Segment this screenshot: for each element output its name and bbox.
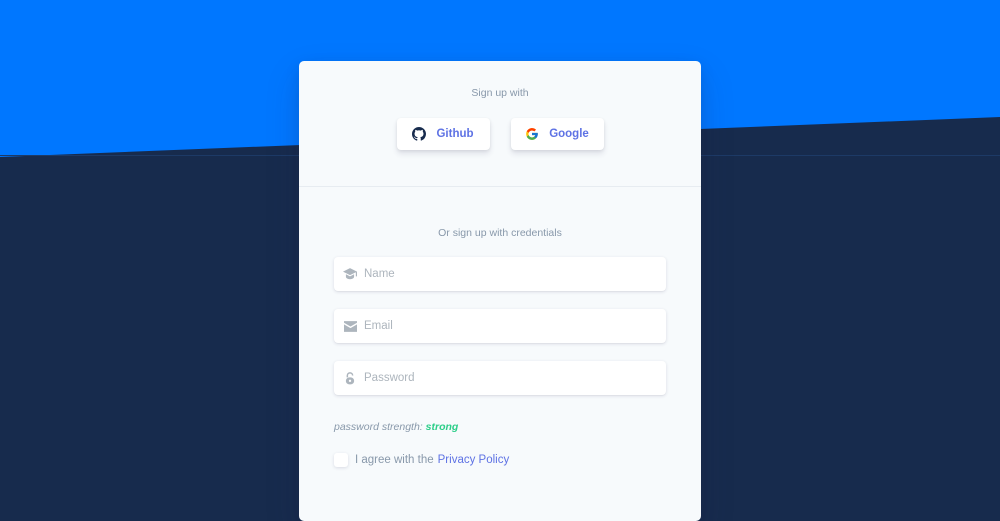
password-input[interactable] [364, 361, 666, 395]
card-header: Sign up with Github Google [299, 61, 701, 187]
google-button[interactable]: Google [510, 118, 604, 150]
lock-icon [334, 371, 364, 385]
email-field-group [334, 309, 666, 343]
social-buttons: Github Google [299, 118, 701, 150]
github-icon [412, 127, 427, 141]
google-icon [525, 127, 539, 141]
password-field-group [334, 361, 666, 395]
credentials-text: Or sign up with credentials [438, 227, 562, 239]
name-input[interactable] [364, 257, 666, 291]
card-body: Or sign up with credentials Name Email p… [299, 187, 701, 467]
agree-text: I agree with the [355, 454, 434, 466]
strength-label: password strength: [334, 421, 423, 433]
signup-with-text: Sign up with [471, 87, 529, 99]
privacy-agreement: I agree with the Privacy Policy [334, 453, 666, 467]
strength-value: strong [425, 421, 459, 433]
email-input[interactable] [364, 309, 666, 343]
privacy-checkbox[interactable] [334, 453, 348, 467]
privacy-policy-link[interactable]: Privacy Policy [438, 454, 510, 466]
name-field-group [334, 257, 666, 291]
envelope-icon [334, 320, 364, 332]
github-button[interactable]: Github [396, 118, 490, 150]
github-label: Github [436, 128, 474, 140]
password-strength: password strength: strong [334, 421, 666, 433]
signup-card: Sign up with Github Google Or sign up wi… [299, 61, 701, 521]
google-label: Google [549, 128, 589, 140]
graduation-cap-icon [334, 268, 364, 280]
